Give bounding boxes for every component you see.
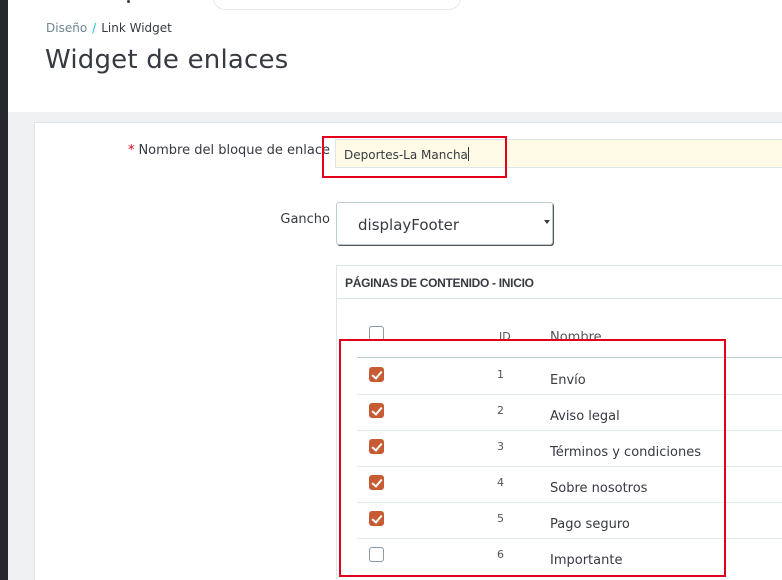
header-dot [127, 0, 130, 3]
block-name-label-text: Nombre del bloque de enlace [138, 143, 330, 158]
page-header: Diseño / Link Widget Widget de enlaces [8, 0, 782, 112]
breadcrumb-separator: / [92, 21, 97, 35]
required-asterisk: * [127, 143, 135, 158]
left-sidebar-edge [0, 0, 20, 580]
highlight-box-page-list [339, 339, 726, 577]
breadcrumb-parent-link[interactable]: Diseño [46, 21, 87, 35]
panel-heading-divider [336, 298, 782, 299]
highlight-box-block-name [322, 136, 507, 178]
cms-pages-heading: PÁGINAS DE CONTENIDO - INICIO [345, 276, 534, 290]
page-title: Widget de enlaces [45, 45, 289, 75]
breadcrumb: Diseño / Link Widget [46, 21, 172, 35]
hook-selected-value: displayFooter [358, 216, 459, 234]
hook-label: Gancho [280, 212, 330, 227]
hook-select[interactable]: displayFooter [336, 202, 553, 245]
header-search-field[interactable] [213, 0, 461, 10]
block-name-label: * Nombre del bloque de enlace [128, 143, 330, 158]
chevron-down-icon[interactable] [544, 220, 550, 224]
breadcrumb-current: Link Widget [101, 21, 172, 35]
